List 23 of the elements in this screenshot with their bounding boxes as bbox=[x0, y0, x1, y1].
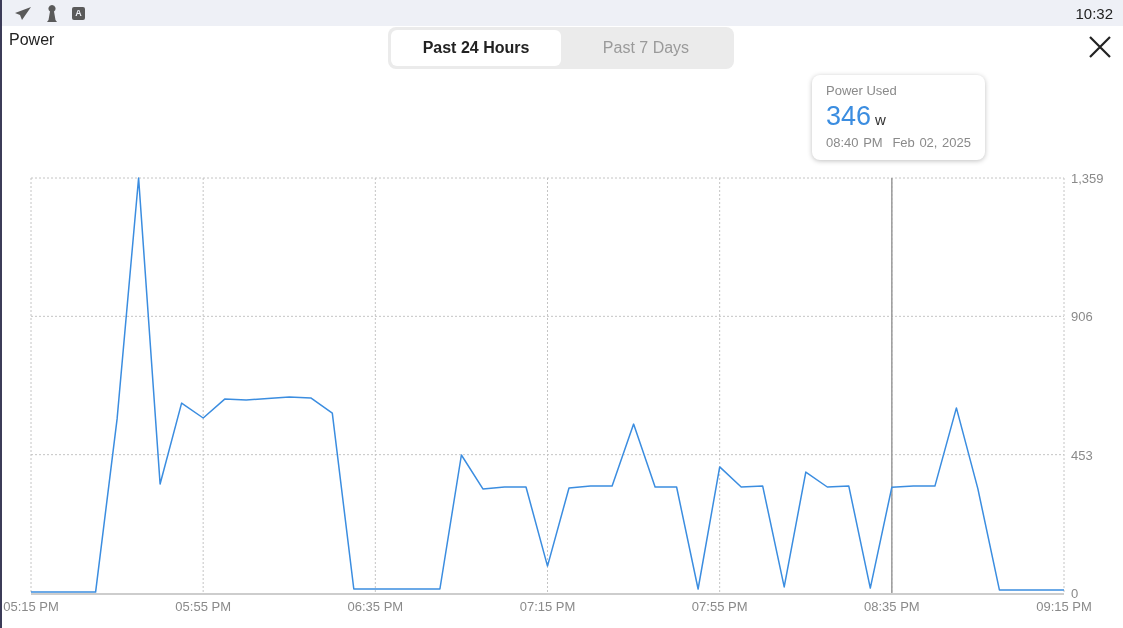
y-axis-label: 453 bbox=[1071, 447, 1093, 463]
x-axis-label: 09:15 PM bbox=[1036, 599, 1092, 614]
pawn-icon bbox=[46, 4, 58, 22]
tooltip-unit: w bbox=[875, 111, 886, 128]
y-axis-label: 906 bbox=[1071, 309, 1093, 325]
y-axis-label: 1,359 bbox=[1071, 171, 1104, 186]
send-icon bbox=[14, 5, 32, 21]
keyboard-indicator: A bbox=[72, 6, 85, 20]
x-axis-label: 05:15 PM bbox=[3, 599, 59, 614]
status-time: 10:32 bbox=[1075, 4, 1113, 22]
tooltip-value: 346 bbox=[826, 101, 872, 132]
x-axis-label: 08:35 PM bbox=[864, 599, 920, 614]
tooltip-date: Feb 02, 2025 bbox=[892, 135, 971, 150]
x-axis-label: 06:35 PM bbox=[347, 599, 404, 614]
tooltip-time: 08:40 PM bbox=[826, 135, 883, 150]
y-axis-label: 0 bbox=[1071, 586, 1079, 601]
close-button[interactable] bbox=[1087, 34, 1113, 60]
x-axis-label: 07:55 PM bbox=[691, 599, 748, 614]
x-axis-label: 07:15 PM bbox=[519, 599, 576, 614]
range-tab[interactable]: Past 24 Hours bbox=[391, 30, 561, 66]
tooltip-label: Power Used bbox=[826, 83, 898, 98]
x-axis-label: 05:55 PM bbox=[175, 599, 231, 614]
page-title: Power bbox=[9, 31, 55, 49]
